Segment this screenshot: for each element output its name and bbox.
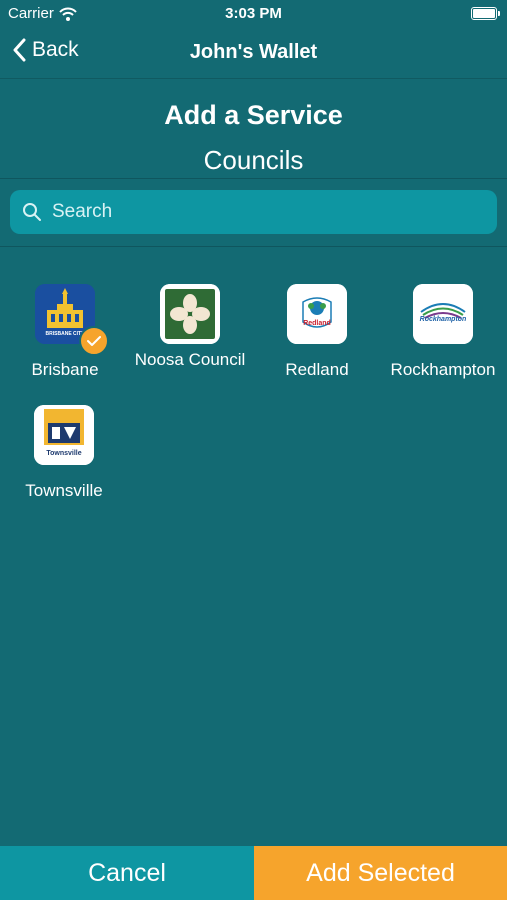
service-label: Townsville — [25, 481, 103, 500]
checkmark-icon — [87, 336, 101, 346]
noosa-council-logo-icon — [160, 284, 220, 344]
service-item-rockhampton[interactable]: Rockhampton Rockhampton — [383, 284, 503, 380]
city-of-townsville-logo-icon: Townsville — [34, 405, 94, 465]
service-item-redland[interactable]: Redland Redland — [257, 284, 377, 380]
navigation-bar: Back John's Wallet — [0, 28, 507, 79]
status-time: 3:03 PM — [225, 5, 282, 22]
redland-logo-text: Redland — [303, 320, 331, 327]
bottom-action-bar: Cancel Add Selected — [0, 846, 507, 900]
redland-city-council-logo-icon: Redland — [287, 284, 347, 344]
service-item-noosa-council[interactable]: Noosa Council — [130, 284, 250, 370]
service-item-townsville[interactable]: Townsville Townsville — [4, 405, 124, 501]
status-bar: Carrier 3:03 PM — [0, 0, 507, 28]
brisbane-city-logo-icon: BRISBANE CITY — [35, 284, 109, 356]
service-item-brisbane[interactable]: BRISBANE CITY Brisbane — [5, 284, 125, 380]
nav-title: John's Wallet — [189, 41, 318, 63]
townsville-logo-text: Townsville — [46, 450, 82, 457]
divider — [0, 178, 507, 179]
add-selected-button[interactable]: Add Selected — [254, 846, 507, 900]
rockhampton-logo-text: Rockhampton — [419, 316, 467, 323]
rockhampton-regional-council-logo-icon: Rockhampton — [413, 284, 473, 344]
category-title: Councils — [203, 145, 304, 175]
service-label: Noosa Council — [134, 350, 246, 369]
service-label: Rockhampton — [390, 360, 496, 379]
selected-badge — [79, 326, 109, 356]
cancel-button[interactable]: Cancel — [0, 846, 254, 900]
page-title: Add a Service — [164, 100, 343, 130]
battery-icon — [471, 7, 500, 20]
service-label: Brisbane — [31, 360, 99, 379]
service-label: Redland — [285, 360, 349, 379]
divider — [0, 246, 507, 247]
search-input[interactable] — [50, 200, 474, 224]
search-icon — [22, 202, 42, 222]
search-bar[interactable] — [10, 190, 497, 234]
